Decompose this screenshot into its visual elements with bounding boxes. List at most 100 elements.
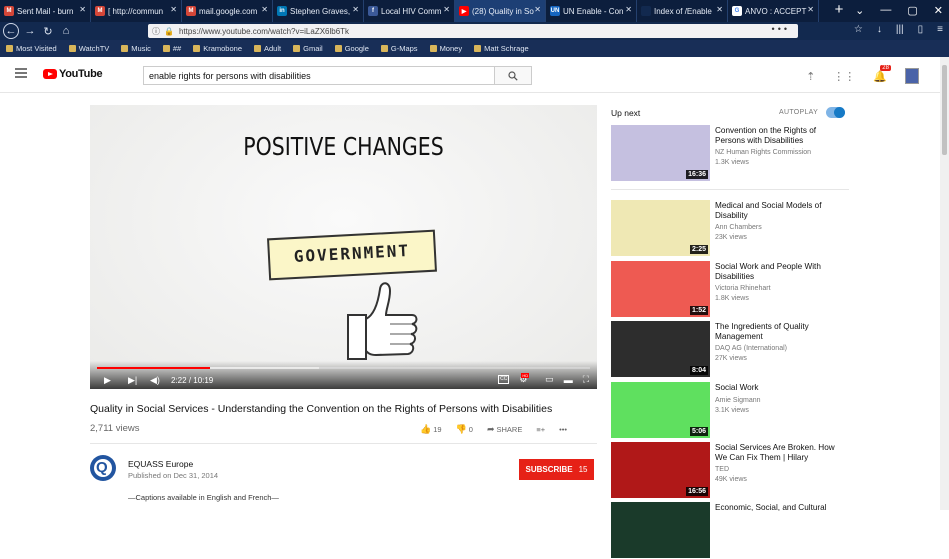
recommended-video-title[interactable]: The Ingredients of Quality Management bbox=[715, 322, 843, 341]
video-duration: 1:52 bbox=[689, 306, 708, 315]
home-icon[interactable]: ⌂ bbox=[57, 25, 75, 37]
tab-list-icon[interactable]: ⌄ bbox=[855, 4, 864, 17]
video-thumbnail[interactable]: 2:25 bbox=[611, 200, 710, 256]
browser-tab[interactable]: ▶ (28) Quality in So ✕ bbox=[455, 0, 546, 22]
channel-avatar[interactable] bbox=[90, 455, 116, 481]
subscribe-button[interactable]: SUBSCRIBE 15 bbox=[519, 459, 594, 480]
more-actions-icon[interactable]: ••• bbox=[559, 425, 567, 434]
recommended-video-title[interactable]: Convention on the Rights of Persons with… bbox=[715, 126, 843, 145]
browser-tab[interactable]: f Local HIV Comm ✕ bbox=[364, 0, 455, 22]
fullscreen-icon[interactable]: ⛶ bbox=[583, 374, 589, 385]
browser-tab[interactable]: in Stephen Graves, ✕ bbox=[273, 0, 364, 22]
volume-icon[interactable]: ◀) bbox=[150, 375, 160, 386]
close-tab-icon[interactable]: ✕ bbox=[352, 5, 359, 14]
video-duration: 16:36 bbox=[686, 170, 708, 179]
forward-arrow-icon[interactable]: → bbox=[21, 25, 39, 37]
apps-grid-icon[interactable]: ⋮⋮ bbox=[833, 70, 855, 83]
library-icon[interactable]: ||| bbox=[896, 24, 904, 35]
youtube-logo[interactable]: YouTube bbox=[43, 68, 103, 80]
account-avatar[interactable] bbox=[905, 68, 919, 84]
close-tab-icon[interactable]: ✕ bbox=[79, 5, 86, 14]
add-to-playlist-icon[interactable]: ≡+ bbox=[536, 425, 545, 434]
settings-gear-icon[interactable]: ⚙HD bbox=[519, 373, 535, 385]
video-progress-bar[interactable] bbox=[97, 367, 590, 369]
notifications-bell-icon[interactable]: 🔔 28 bbox=[873, 64, 891, 83]
video-player[interactable]: POSITIVE CHANGES GOVERNMENT ▶ ▶| ◀) 2:22… bbox=[90, 105, 597, 389]
browser-tab[interactable]: Mmail.google.com ✕ bbox=[182, 0, 273, 22]
video-thumbnail[interactable]: 5:06 bbox=[611, 382, 710, 438]
reload-icon[interactable]: ↻ bbox=[39, 25, 57, 38]
star-icon[interactable]: ☆ bbox=[854, 24, 863, 35]
bookmark-item[interactable]: Money bbox=[429, 44, 462, 53]
video-thumbnail[interactable]: 16:36 bbox=[611, 125, 710, 181]
recommended-video[interactable]: 1:52 Social Work and People With Disabili… bbox=[611, 261, 851, 318]
browser-tab[interactable]: Index of /Enable ✕ bbox=[637, 0, 728, 22]
recommended-video[interactable]: 16:56 Social Services Are Broken. How We … bbox=[611, 442, 851, 499]
bookmark-item[interactable]: ## bbox=[162, 44, 181, 53]
page-actions-menu-icon[interactable]: ••• bbox=[772, 24, 790, 34]
scrollbar-thumb[interactable] bbox=[942, 65, 947, 155]
captions-icon[interactable]: CC bbox=[498, 375, 510, 384]
recommended-video[interactable]: 5:06 Social Work Amie Sigmann 3.1K views bbox=[611, 382, 851, 439]
recommended-video[interactable]: 2:25 Medical and Social Models of Disabil… bbox=[611, 200, 851, 257]
share-button[interactable]: ➦ SHARE bbox=[487, 424, 522, 435]
search-button[interactable] bbox=[494, 66, 532, 85]
browser-tab[interactable]: G ANVO : ACCEPT ✕ bbox=[728, 0, 819, 22]
info-icon[interactable]: ⓘ bbox=[152, 26, 160, 37]
bookmark-item[interactable]: Matt Schrage bbox=[474, 44, 529, 53]
close-tab-icon[interactable]: ✕ bbox=[261, 5, 268, 14]
recommended-video[interactable]: Economic, Social, and Cultural bbox=[611, 502, 851, 559]
page-scrollbar[interactable] bbox=[940, 57, 949, 510]
recommended-video-title[interactable]: Medical and Social Models of Disability bbox=[715, 201, 843, 220]
guide-menu-icon[interactable] bbox=[15, 68, 27, 78]
autoplay-toggle[interactable] bbox=[826, 107, 845, 118]
bookmark-item[interactable]: WatchTV bbox=[68, 44, 109, 53]
new-tab-button[interactable]: + bbox=[819, 0, 859, 22]
video-thumbnail[interactable]: 8:04 bbox=[611, 321, 710, 377]
bookmark-item[interactable]: Kramobone bbox=[193, 44, 242, 53]
recommended-video-title[interactable]: Social Services Are Broken. How We Can F… bbox=[715, 443, 843, 462]
upload-icon[interactable]: ⇡ bbox=[806, 70, 815, 83]
back-arrow-icon[interactable]: ← bbox=[3, 23, 19, 39]
browser-tab[interactable]: M Sent Mail - burn ✕ bbox=[0, 0, 91, 22]
video-thumbnail[interactable]: 16:56 bbox=[611, 442, 710, 498]
video-thumbnail[interactable] bbox=[611, 502, 710, 558]
sidebar-toggle-icon[interactable]: ▯ bbox=[918, 24, 924, 35]
minimize-icon[interactable]: — bbox=[880, 4, 891, 17]
recommended-video-title[interactable]: Social Work bbox=[715, 383, 843, 393]
next-video-icon[interactable]: ▶| bbox=[128, 375, 137, 386]
browser-tab[interactable]: UN UN Enable - Con ✕ bbox=[546, 0, 637, 22]
browser-tab[interactable]: M[ http://commun ✕ bbox=[91, 0, 182, 22]
hamburger-menu-icon[interactable]: ≡ bbox=[937, 24, 943, 35]
download-icon[interactable]: ↓ bbox=[877, 24, 882, 35]
close-tab-icon[interactable]: ✕ bbox=[534, 5, 541, 14]
url-bar[interactable]: ⓘ 🔒 https://www.youtube.com/watch?v=iLaZ… bbox=[148, 24, 798, 38]
close-tab-icon[interactable]: ✕ bbox=[716, 5, 723, 14]
close-tab-icon[interactable]: ✕ bbox=[807, 5, 814, 14]
close-tab-icon[interactable]: ✕ bbox=[170, 5, 177, 14]
search-input[interactable]: enable rights for persons with disabilit… bbox=[143, 66, 495, 85]
bookmark-item[interactable]: Adult bbox=[254, 44, 281, 53]
video-thumbnail[interactable]: 1:52 bbox=[611, 261, 710, 317]
recommended-video-title[interactable]: Social Work and People With Disabilities bbox=[715, 262, 843, 281]
recommended-video-title[interactable]: Economic, Social, and Cultural bbox=[715, 503, 843, 513]
close-tab-icon[interactable]: ✕ bbox=[443, 5, 450, 14]
recommended-video[interactable]: 8:04 The Ingredients of Quality Managemen… bbox=[611, 321, 851, 378]
bookmark-item[interactable]: G-Maps bbox=[380, 44, 418, 53]
play-icon[interactable]: ▶ bbox=[104, 375, 111, 386]
bookmark-item[interactable]: Google bbox=[334, 44, 369, 53]
bookmark-item[interactable]: Gmail bbox=[293, 44, 323, 53]
dislike-button[interactable]: 👎 0 bbox=[456, 424, 473, 435]
like-button[interactable]: 👍 19 bbox=[420, 424, 442, 435]
bookmark-label: Adult bbox=[264, 44, 282, 53]
theater-mode-icon[interactable]: ▬ bbox=[564, 375, 573, 385]
maximize-icon[interactable]: ▢ bbox=[907, 4, 917, 17]
bookmark-item[interactable]: Music bbox=[121, 44, 151, 53]
channel-name[interactable]: EQUASS Europe bbox=[128, 459, 193, 469]
recommended-video[interactable]: 16:36 Convention on the Rights of Persons… bbox=[611, 125, 851, 182]
bookmark-item[interactable]: Most Visited bbox=[6, 44, 57, 53]
subscriber-count: 15 bbox=[578, 465, 588, 474]
miniplayer-icon[interactable]: ▭ bbox=[545, 374, 554, 385]
close-window-icon[interactable]: ✕ bbox=[934, 4, 943, 17]
close-tab-icon[interactable]: ✕ bbox=[625, 5, 632, 14]
